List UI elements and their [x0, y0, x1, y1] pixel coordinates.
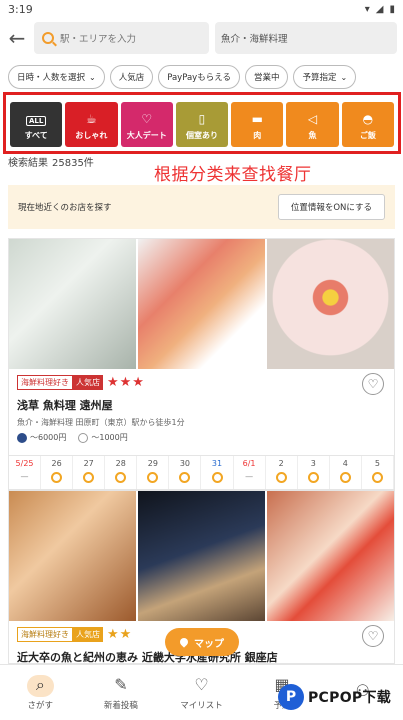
area-search-placeholder: 駅・エリアを入力	[60, 34, 137, 45]
restaurant-photos	[9, 239, 394, 369]
restaurant-photo	[138, 491, 265, 621]
date-cell[interactable]: 29	[137, 456, 170, 489]
results-count: 検索結果 25835件	[8, 158, 94, 169]
restaurant-photo	[138, 239, 265, 369]
heart-icon: ♡	[141, 112, 153, 126]
overlay-caption: 根据分类来查找餐厅	[154, 165, 312, 185]
seafood-lover-tag: 海鮮料理好き	[17, 375, 73, 390]
available-icon	[339, 472, 351, 483]
category-meat[interactable]: ▬ 肉	[231, 102, 284, 147]
category-highlight-box: ALL すべて ☕ おしゃれ ♡ 大人デート ▯ 個室あり ▬ 肉 ◁ 魚 ◓ …	[3, 92, 401, 154]
date-cell[interactable]: 27	[73, 456, 106, 489]
map-button[interactable]: マップ	[165, 628, 239, 656]
popular-badge: 人気店	[73, 627, 103, 642]
available-icon	[83, 472, 95, 483]
location-text: 現在地近くのお店を探す	[18, 203, 112, 213]
date-cell[interactable]: 6/1—	[234, 456, 266, 489]
area-search-input[interactable]: 駅・エリアを入力	[34, 22, 209, 54]
price-info: ～6000円 ～1000円	[17, 432, 386, 443]
nav-new-posts[interactable]: ✎ 新着投稿	[81, 665, 162, 720]
rice-bowl-icon: ◓	[362, 112, 374, 126]
available-icon	[51, 472, 63, 483]
category-all[interactable]: ALL すべて	[10, 102, 63, 147]
genre-search-value: 魚介・海鮮料理	[221, 34, 288, 45]
date-cell[interactable]: 4	[330, 456, 362, 489]
enable-location-button[interactable]: 位置情報をONにする	[277, 194, 385, 220]
restaurant-photo	[9, 239, 136, 369]
moon-icon	[17, 432, 27, 443]
popular-badge: 人気店	[73, 375, 103, 390]
date-cell[interactable]: 28	[105, 456, 138, 489]
category-private-room[interactable]: ▯ 個室あり	[175, 102, 229, 147]
restaurant-name[interactable]: 浅草 魚料理 遠州屋	[17, 397, 386, 413]
rating-stars: ★★★	[107, 375, 145, 390]
watermark-logo: P	[278, 684, 304, 710]
wifi-icon: ▾	[364, 3, 370, 15]
date-cell[interactable]: 30	[169, 456, 202, 489]
filter-open-now[interactable]: 営業中	[244, 65, 289, 89]
map-pin-icon	[178, 636, 190, 648]
sun-icon	[78, 432, 89, 443]
dinner-price: ～6000円	[30, 433, 67, 442]
filter-budget[interactable]: 予算指定 ⌄	[293, 65, 357, 89]
date-cell[interactable]: 2	[266, 456, 298, 489]
date-cell[interactable]: 3	[298, 456, 330, 489]
battery-icon: ▮	[389, 3, 395, 15]
filter-chips: 日時・人数を選択 ⌄ 人気店 PayPayもらえる 営業中 予算指定 ⌄	[0, 58, 403, 96]
nav-mylist[interactable]: ♡ マイリスト	[161, 665, 242, 720]
status-bar: 3:19 ▾ ◢ ▮	[0, 0, 403, 18]
favorite-heart-icon[interactable]: ♡	[362, 373, 384, 395]
meat-icon: ▬	[251, 112, 263, 126]
pen-icon: ✎	[114, 674, 128, 694]
restaurant-card[interactable]: 海鮮料理好き 人気店 ★★★ ♡ 浅草 魚料理 遠州屋 魚介・海鮮料理 田原町（…	[8, 238, 395, 490]
lunch-price: ～1000円	[91, 433, 128, 442]
genre-search-input[interactable]: 魚介・海鮮料理	[215, 22, 397, 54]
signal-icon: ◢	[375, 3, 384, 15]
heart-icon: ♡	[194, 674, 209, 694]
filter-datetime[interactable]: 日時・人数を選択 ⌄	[8, 65, 105, 89]
status-time: 3:19	[8, 2, 33, 16]
date-cell[interactable]: 26	[41, 456, 74, 489]
chevron-down-icon: ⌄	[340, 72, 348, 82]
search-bar: ← 駅・エリアを入力 魚介・海鮮料理	[0, 18, 403, 58]
back-arrow-icon[interactable]: ←	[6, 26, 28, 50]
seafood-lover-tag: 海鮮料理好き	[17, 627, 73, 642]
category-rice[interactable]: ◓ ご飯	[341, 102, 394, 147]
filter-popular[interactable]: 人気店	[109, 65, 154, 89]
restaurant-photo	[267, 491, 394, 621]
all-icon: ALL	[25, 116, 47, 126]
category-fish[interactable]: ◁ 魚	[286, 102, 339, 147]
watermark-text: PCPOP下载	[308, 690, 392, 706]
available-icon	[211, 472, 223, 483]
available-icon	[179, 472, 191, 483]
nav-search[interactable]: ⌕ さがす	[0, 665, 81, 720]
filter-paypay[interactable]: PayPayもらえる	[158, 65, 240, 89]
category-tabs: ALL すべて ☕ おしゃれ ♡ 大人デート ▯ 個室あり ▬ 肉 ◁ 魚 ◓ …	[6, 95, 398, 151]
favorite-heart-icon[interactable]: ♡	[362, 625, 384, 647]
search-icon: ⌕	[26, 674, 54, 697]
rating-stars: ★★	[107, 627, 133, 642]
available-icon	[371, 472, 383, 483]
search-icon	[42, 32, 54, 44]
door-icon: ▯	[198, 112, 206, 126]
location-banner: 現在地近くのお店を探す 位置情報をONにする	[8, 185, 395, 229]
chevron-down-icon: ⌄	[89, 72, 96, 82]
restaurant-photo	[267, 239, 394, 369]
available-icon	[307, 472, 319, 483]
available-icon	[147, 472, 159, 483]
restaurant-subtitle: 魚介・海鮮料理 田原町（東京）駅から徒歩1分	[17, 418, 185, 427]
cup-icon: ☕	[86, 112, 97, 126]
restaurant-photo	[9, 491, 136, 621]
category-stylish[interactable]: ☕ おしゃれ	[65, 102, 118, 147]
date-cell[interactable]: 5/25—	[9, 456, 42, 489]
restaurant-photos	[9, 491, 394, 621]
category-date[interactable]: ♡ 大人デート	[120, 102, 173, 147]
fish-icon: ◁	[307, 112, 318, 126]
date-cell[interactable]: 31	[201, 456, 234, 489]
availability-calendar: 5/25— 26 27 28 29 30 31 6/1— 2 3 4 5	[9, 455, 394, 489]
available-icon	[275, 472, 287, 483]
watermark: P PCPOP下载	[278, 684, 391, 710]
date-cell[interactable]: 5	[362, 456, 394, 489]
available-icon	[115, 472, 127, 483]
